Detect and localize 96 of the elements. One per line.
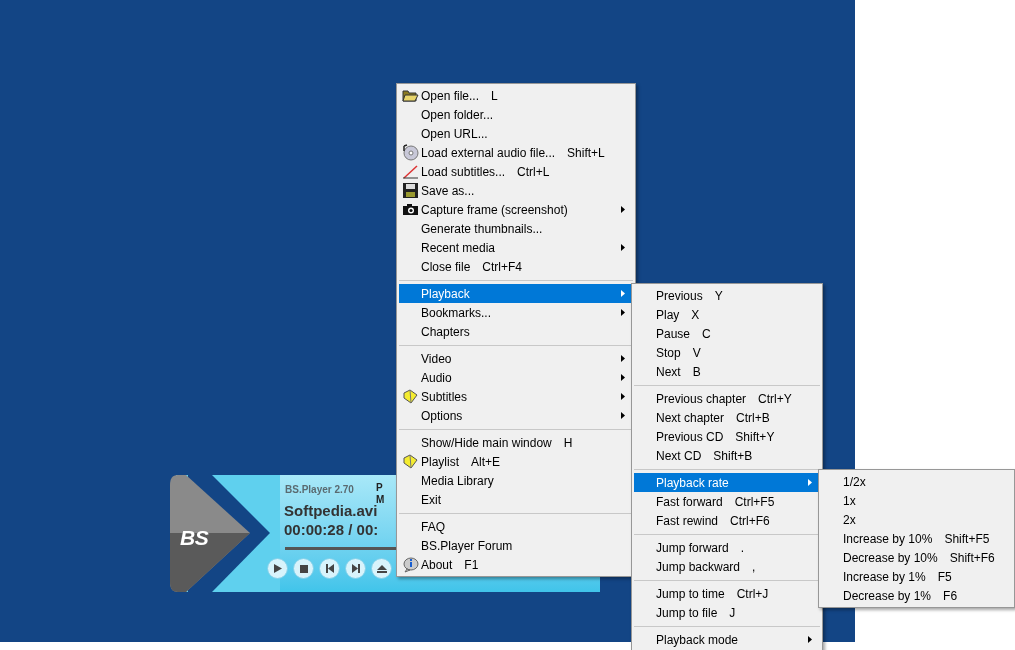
disc-icon (402, 144, 419, 161)
shortcut-label: Ctrl+B (736, 409, 770, 427)
menu-item[interactable]: Next chapter Ctrl+B (634, 408, 820, 427)
menu-item[interactable]: Fast rewind Ctrl+F6 (634, 511, 820, 530)
shortcut-label: L (491, 87, 498, 105)
shortcut-label: , (752, 558, 756, 576)
menu-item[interactable]: Options (399, 406, 633, 425)
menu-item[interactable]: Bookmarks... (399, 303, 633, 322)
shortcut-label: F5 (937, 568, 952, 586)
menu-item[interactable]: Capture frame (screenshot) (399, 200, 633, 219)
shortcut-label: B (692, 363, 701, 381)
menu-item[interactable]: Fast forward Ctrl+F5 (634, 492, 820, 511)
menu-item[interactable]: FAQ (399, 517, 633, 536)
stop-button[interactable] (293, 558, 314, 579)
menu-item[interactable]: Open URL... (399, 124, 633, 143)
menu-item[interactable]: 1/2x (821, 472, 1012, 491)
menu-item[interactable]: Jump forward . (634, 538, 820, 557)
menu-item[interactable]: Show/Hide main window H (399, 433, 633, 452)
shortcut-label: F6 (943, 587, 958, 605)
info-icon (402, 556, 419, 573)
shortcut-label: J (729, 604, 736, 622)
menu-item[interactable]: About F1 (399, 555, 633, 574)
menu-item[interactable]: Exit (399, 490, 633, 509)
eject-icon (376, 564, 387, 573)
shortcut-label: Ctrl+F5 (734, 493, 775, 511)
menu-item[interactable]: Previous chapter Ctrl+Y (634, 389, 820, 408)
menu-item[interactable]: Save as... (399, 181, 633, 200)
menu-item[interactable]: 1x (821, 491, 1012, 510)
time-display: 00:00:28 / 00: (284, 520, 379, 540)
shortcut-label: Shift+Y (735, 428, 775, 446)
menu-item[interactable]: Chapters (399, 322, 633, 341)
file-name: Softpedia.avi (284, 502, 378, 520)
shortcut-label: Ctrl+L (517, 163, 550, 181)
logo-text: BS (180, 525, 209, 551)
shortcut-label: Ctrl+Y (758, 390, 792, 408)
menu-item[interactable]: Video (399, 349, 633, 368)
shortcut-label: X (691, 306, 700, 324)
menu-item[interactable]: Close file Ctrl+F4 (399, 257, 633, 276)
shortcut-label: Ctrl+J (736, 585, 769, 603)
shortcut-label: V (692, 344, 701, 362)
menu-item[interactable]: Playback (399, 284, 633, 303)
menu-item[interactable]: Media Library (399, 471, 633, 490)
menu-item[interactable]: Open folder... (399, 105, 633, 124)
shortcut-label: H (563, 434, 573, 452)
shortcut-label: Ctrl+F6 (730, 512, 770, 530)
stop-icon (299, 564, 308, 573)
shortcut-label: Shift+B (713, 447, 753, 465)
menu-item[interactable]: Previous Y (634, 286, 820, 305)
info-label: P (375, 482, 384, 494)
menu-item[interactable]: Jump backward , (634, 557, 820, 576)
menu-item[interactable]: Stop V (634, 343, 820, 362)
menu-item[interactable]: Decrease by 10% Shift+F6 (821, 548, 1012, 567)
eject-button[interactable] (371, 558, 392, 579)
book-icon (402, 388, 419, 405)
next-button[interactable] (345, 558, 366, 579)
menu-item[interactable]: 2x (821, 510, 1012, 529)
menu-item[interactable]: Next CD Shift+B (634, 446, 820, 465)
shortcut-label: F1 (464, 556, 479, 574)
shortcut-label: . (740, 539, 745, 557)
menu-item[interactable]: Playback rate (634, 473, 820, 492)
menu-item[interactable]: Subtitles (399, 387, 633, 406)
menu-item[interactable]: Open file... L (399, 86, 633, 105)
menu-item[interactable]: Pause C (634, 324, 820, 343)
line-icon (402, 163, 419, 180)
shortcut-label: Shift+F5 (944, 530, 990, 548)
folder-icon (402, 87, 419, 104)
menu-item[interactable]: Increase by 10% Shift+F5 (821, 529, 1012, 548)
book-icon (402, 453, 419, 470)
menu-item[interactable]: Load subtitles... Ctrl+L (399, 162, 633, 181)
menu-item[interactable]: Audio (399, 368, 633, 387)
menu-item[interactable]: Jump to time Ctrl+J (634, 584, 820, 603)
menu-item[interactable]: Jump to file J (634, 603, 820, 622)
menu-item[interactable]: Recent media (399, 238, 633, 257)
menu-item[interactable]: Load external audio file... Shift+L (399, 143, 633, 162)
menu-item[interactable]: Playback mode (634, 630, 820, 649)
version-label: BS.Player 2.70 (285, 483, 354, 497)
shortcut-label: Ctrl+F4 (482, 258, 523, 276)
shortcut-label: Alt+E (471, 453, 501, 471)
play-icon (273, 564, 282, 573)
shortcut-label: Y (714, 287, 723, 305)
menu-item[interactable]: Playlist Alt+E (399, 452, 633, 471)
shortcut-label: C (702, 325, 711, 343)
camera-icon (402, 201, 419, 218)
shortcut-label: Shift+F6 (949, 549, 995, 567)
menu-item[interactable]: Increase by 1% F5 (821, 567, 1012, 586)
menu-item[interactable]: Play X (634, 305, 820, 324)
menu-item[interactable]: BS.Player Forum (399, 536, 633, 555)
previous-button[interactable] (319, 558, 340, 579)
menu-item[interactable]: Next B (634, 362, 820, 381)
shortcut-label: Shift+L (567, 144, 605, 162)
skip-forward-icon (351, 564, 360, 573)
info-label: M (375, 494, 385, 505)
menu-item[interactable]: Generate thumbnails... (399, 219, 633, 238)
skip-back-icon (325, 564, 334, 573)
menu-item[interactable]: Decrease by 1% F6 (821, 586, 1012, 605)
menu-item[interactable]: Previous CD Shift+Y (634, 427, 820, 446)
